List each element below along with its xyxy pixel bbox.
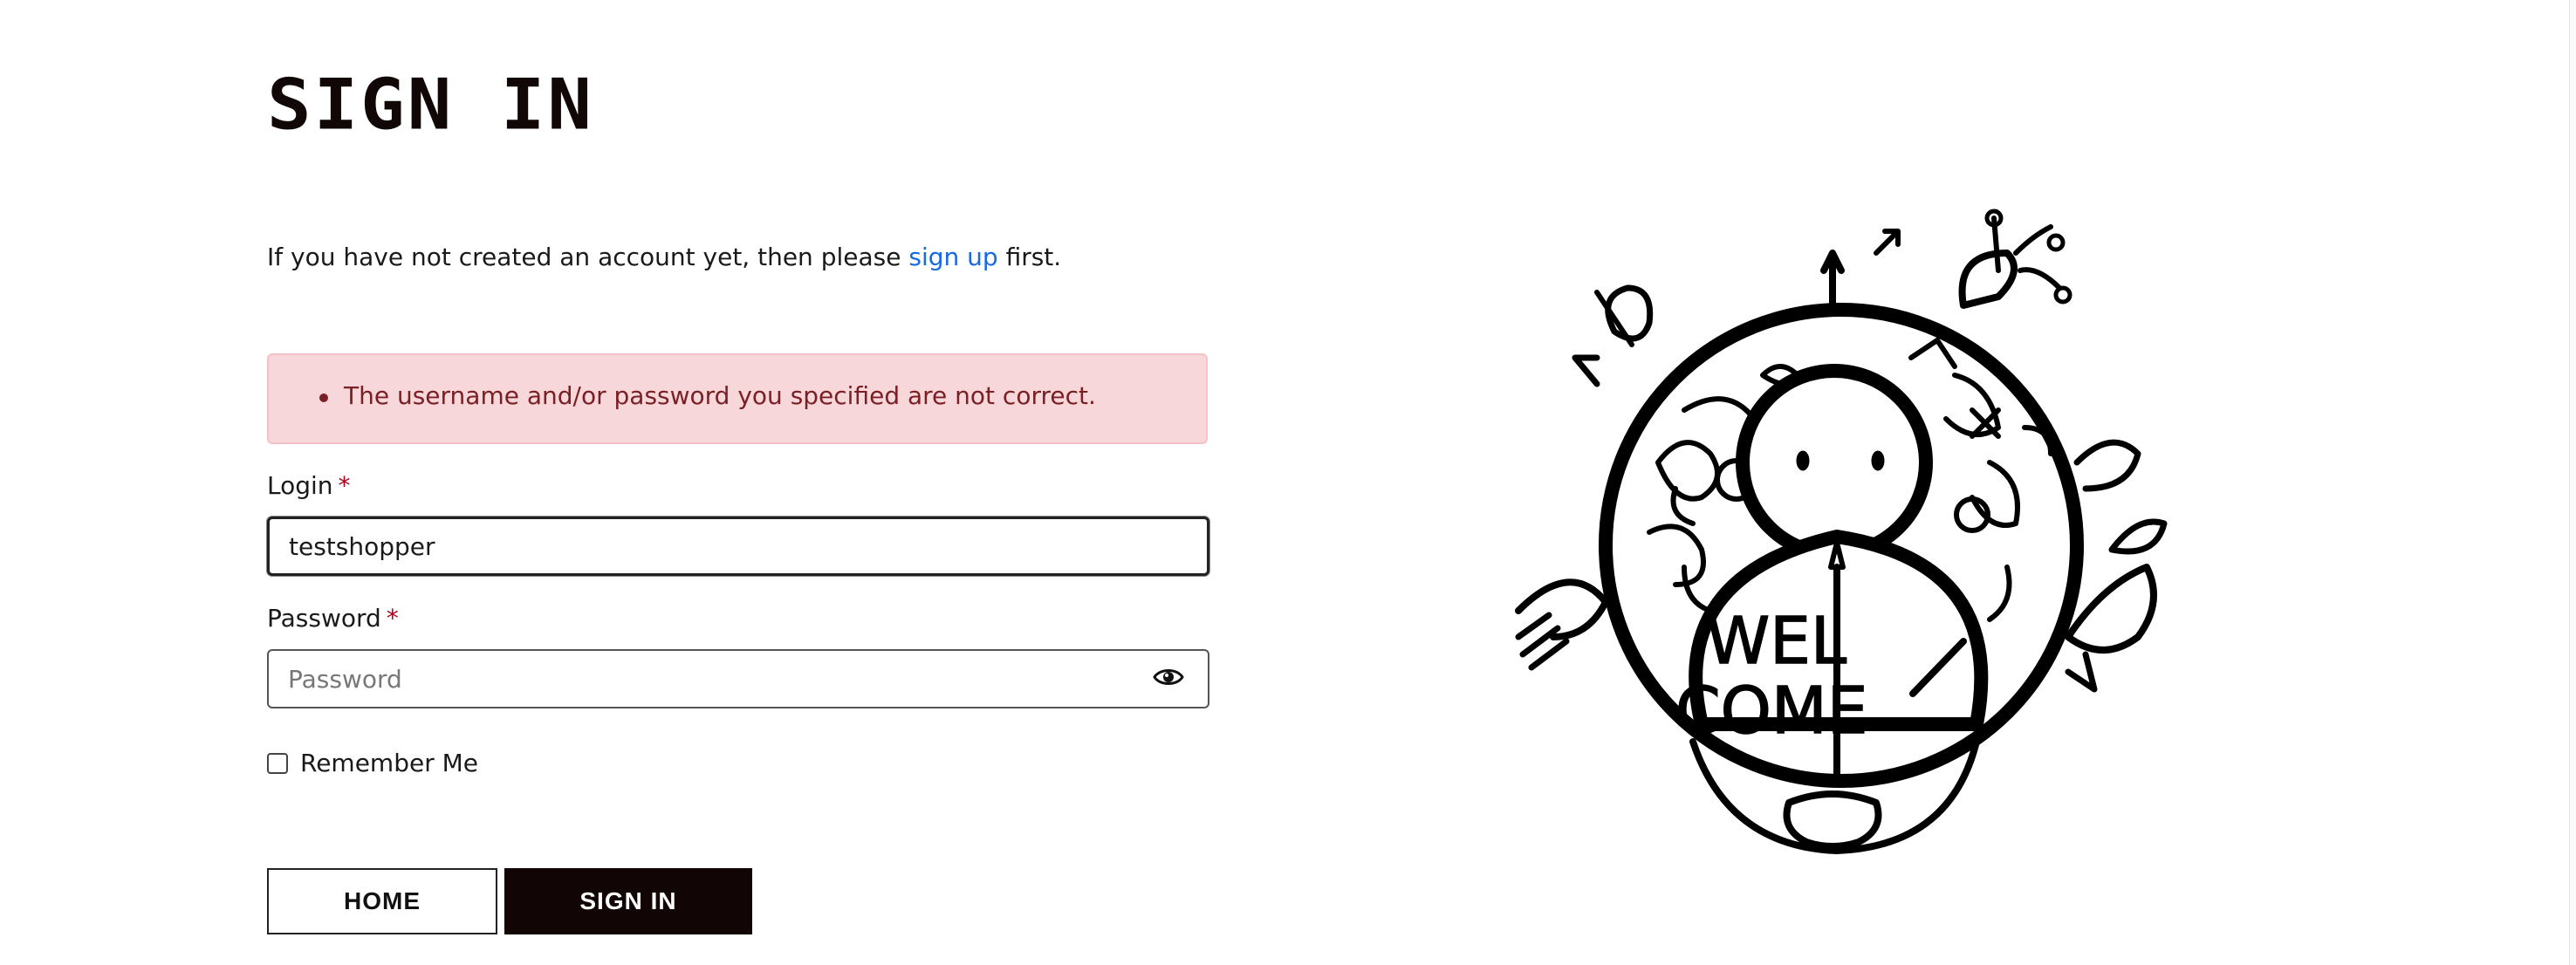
remember-me-checkbox[interactable] bbox=[267, 752, 288, 774]
required-mark: * bbox=[338, 471, 351, 500]
remember-me[interactable]: Remember Me bbox=[267, 749, 478, 777]
required-mark: * bbox=[386, 604, 399, 633]
sign-in-button[interactable]: SIGN IN bbox=[504, 868, 752, 934]
login-input[interactable] bbox=[267, 517, 1209, 576]
page-title: SIGN IN bbox=[267, 64, 595, 146]
show-password-toggle[interactable] bbox=[1148, 660, 1189, 694]
password-input[interactable] bbox=[267, 649, 1209, 708]
password-label-text: Password bbox=[267, 604, 381, 633]
signup-prompt-before: If you have not created an account yet, … bbox=[267, 243, 909, 271]
eye-icon bbox=[1153, 669, 1184, 685]
welcome-line-1: WEL bbox=[1706, 604, 1846, 679]
login-label-text: Login bbox=[267, 471, 333, 500]
welcome-illustration: WEL COME bbox=[1515, 209, 2168, 854]
login-label: Login * bbox=[267, 471, 351, 500]
alert-bullet bbox=[319, 394, 328, 402]
home-button[interactable]: HOME bbox=[267, 868, 497, 934]
signup-prompt: If you have not created an account yet, … bbox=[267, 243, 1061, 271]
password-label: Password * bbox=[267, 604, 399, 633]
remember-me-label: Remember Me bbox=[300, 749, 478, 777]
welcome-line-2: COME bbox=[1675, 674, 1868, 749]
window-scrollbar[interactable] bbox=[2569, 0, 2576, 965]
error-alert: The username and/or password you specifi… bbox=[267, 353, 1208, 444]
signup-prompt-after: first. bbox=[997, 243, 1062, 271]
alert-message: The username and/or password you specifi… bbox=[344, 381, 1096, 410]
sign-up-link[interactable]: sign up bbox=[908, 243, 997, 271]
